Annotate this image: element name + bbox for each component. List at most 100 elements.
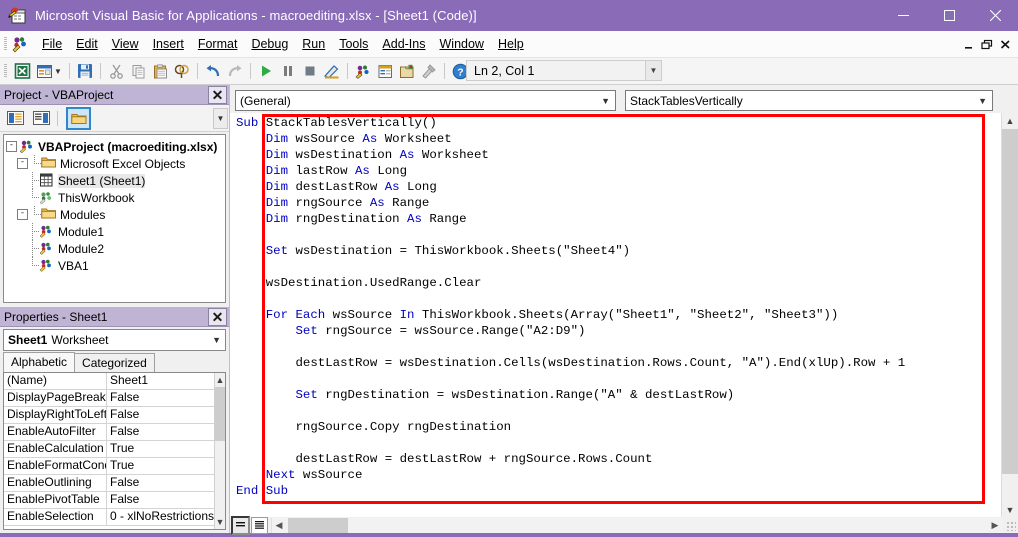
- properties-object-select[interactable]: Sheet1 Worksheet ▼: [3, 329, 226, 351]
- code-line[interactable]: End Sub: [236, 483, 1000, 499]
- property-value[interactable]: True: [107, 441, 214, 457]
- properties-grid[interactable]: (Name) Sheet1 DisplayPageBreaks False Di…: [3, 372, 226, 530]
- code-line[interactable]: [236, 339, 1000, 355]
- project-toolbar-overflow-icon[interactable]: ▼: [213, 108, 228, 129]
- code-line[interactable]: Dim rngDestination As Range: [236, 211, 1000, 227]
- procedure-dropdown[interactable]: StackTablesVertically ▼: [625, 90, 993, 111]
- mdi-restore-button[interactable]: [978, 35, 996, 53]
- scroll-left-icon[interactable]: ◀: [272, 518, 286, 533]
- property-value[interactable]: 0 - xlNoRestrictions: [107, 509, 214, 525]
- property-row[interactable]: DisplayPageBreaks False: [4, 390, 215, 407]
- property-value[interactable]: False: [107, 407, 214, 423]
- save-icon[interactable]: [74, 61, 96, 81]
- code-line[interactable]: [236, 291, 1000, 307]
- undo-icon[interactable]: [202, 61, 224, 81]
- code-line[interactable]: Set rngSource = wsSource.Range("A2:D9"): [236, 323, 1000, 339]
- property-value[interactable]: False: [107, 390, 214, 406]
- code-line[interactable]: destLastRow = wsDestination.Cells(wsDest…: [236, 355, 1000, 371]
- code-scroll-thumb[interactable]: [1002, 129, 1018, 474]
- code-hscroll-thumb[interactable]: [288, 517, 348, 533]
- menu-grip[interactable]: [4, 37, 7, 51]
- scroll-up-icon[interactable]: ▲: [215, 373, 225, 387]
- code-line[interactable]: Set wsDestination = ThisWorkbook.Sheets(…: [236, 243, 1000, 259]
- tree-item-excel-objects[interactable]: - Microsoft Excel Objects: [6, 155, 225, 172]
- insert-userform-icon[interactable]: [33, 61, 55, 81]
- run-icon[interactable]: [255, 61, 277, 81]
- paste-icon[interactable]: [149, 61, 171, 81]
- property-row[interactable]: DisplayRightToLeft False: [4, 407, 215, 424]
- tree-item-vbaproject[interactable]: - VBAProject (macroediting.xlsx): [6, 138, 225, 155]
- code-line[interactable]: Dim wsDestination As Worksheet: [236, 147, 1000, 163]
- tree-item-vba1[interactable]: VBA1: [6, 257, 225, 274]
- menu-file[interactable]: File: [35, 34, 69, 54]
- property-value[interactable]: Sheet1: [107, 373, 214, 389]
- maximize-button[interactable]: [926, 0, 972, 31]
- menu-addins[interactable]: Add-Ins: [375, 34, 432, 54]
- tree-item-sheet1[interactable]: Sheet1 (Sheet1): [6, 172, 225, 189]
- reset-icon[interactable]: [299, 61, 321, 81]
- code-line[interactable]: wsDestination.UsedRange.Clear: [236, 275, 1000, 291]
- view-excel-icon[interactable]: [11, 61, 33, 81]
- toolbox-icon[interactable]: [418, 61, 440, 81]
- status-spinner-icon[interactable]: ▼: [645, 61, 661, 80]
- tab-categorized[interactable]: Categorized: [74, 353, 155, 372]
- expander-icon[interactable]: -: [17, 158, 28, 169]
- code-line[interactable]: destLastRow = destLastRow + rngSource.Ro…: [236, 451, 1000, 467]
- cut-icon[interactable]: [105, 61, 127, 81]
- code-line[interactable]: [236, 403, 1000, 419]
- redo-icon[interactable]: [224, 61, 246, 81]
- menu-tools[interactable]: Tools: [332, 34, 375, 54]
- menu-format[interactable]: Format: [191, 34, 245, 54]
- close-button[interactable]: [972, 0, 1018, 31]
- tab-alphabetic[interactable]: Alphabetic: [3, 352, 76, 372]
- scroll-down-icon[interactable]: ▼: [1002, 502, 1018, 518]
- properties-scrollbar[interactable]: ▲ ▼: [214, 373, 225, 529]
- code-line[interactable]: [236, 371, 1000, 387]
- code-horizontal-scrollbar[interactable]: ◀ ▶: [271, 517, 1018, 533]
- design-mode-icon[interactable]: [321, 61, 343, 81]
- copy-icon[interactable]: [127, 61, 149, 81]
- menu-insert[interactable]: Insert: [146, 34, 191, 54]
- property-value[interactable]: False: [107, 492, 214, 508]
- code-text[interactable]: Sub StackTablesVertically() Dim wsSource…: [236, 115, 1000, 515]
- tree-item-module2[interactable]: Module2: [6, 240, 225, 257]
- property-row[interactable]: EnablePivotTable False: [4, 492, 215, 509]
- code-line[interactable]: Sub StackTablesVertically(): [236, 115, 1000, 131]
- procedure-view-button[interactable]: [231, 515, 250, 535]
- tree-item-thisworkbook[interactable]: ThisWorkbook: [6, 189, 225, 206]
- object-browser-icon[interactable]: [396, 61, 418, 81]
- object-dropdown[interactable]: (General) ▼: [235, 90, 616, 111]
- scroll-up-icon[interactable]: ▲: [1002, 113, 1018, 129]
- view-object-button[interactable]: [31, 109, 52, 128]
- property-row[interactable]: EnableCalculation True: [4, 441, 215, 458]
- property-value[interactable]: False: [107, 424, 214, 440]
- menu-help[interactable]: Help: [491, 34, 531, 54]
- project-panel-close-icon[interactable]: ✕: [208, 86, 227, 104]
- code-line[interactable]: Next wsSource: [236, 467, 1000, 483]
- minimize-button[interactable]: [880, 0, 926, 31]
- code-editor-area[interactable]: Sub StackTablesVertically() Dim wsSource…: [230, 113, 1018, 535]
- find-icon[interactable]: [171, 61, 193, 81]
- property-value[interactable]: False: [107, 475, 214, 491]
- code-line[interactable]: Dim rngSource As Range: [236, 195, 1000, 211]
- menu-run[interactable]: Run: [295, 34, 332, 54]
- code-line[interactable]: rngSource.Copy rngDestination: [236, 419, 1000, 435]
- code-vertical-scrollbar[interactable]: ▲ ▼: [1001, 113, 1018, 518]
- property-row[interactable]: EnableOutlining False: [4, 475, 215, 492]
- scroll-right-icon[interactable]: ▶: [988, 518, 1002, 533]
- scroll-down-icon[interactable]: ▼: [215, 515, 225, 529]
- toggle-folders-button[interactable]: [66, 106, 91, 130]
- property-value[interactable]: True: [107, 458, 214, 474]
- chevron-down-icon[interactable]: ▼: [978, 96, 987, 106]
- tree-item-modules[interactable]: - Modules: [6, 206, 225, 223]
- property-row[interactable]: EnableAutoFilter False: [4, 424, 215, 441]
- properties-panel-close-icon[interactable]: ✕: [208, 308, 227, 326]
- code-line[interactable]: [236, 227, 1000, 243]
- break-icon[interactable]: [277, 61, 299, 81]
- properties-scroll-thumb[interactable]: [215, 387, 225, 441]
- properties-window-icon[interactable]: [374, 61, 396, 81]
- menu-view[interactable]: View: [105, 34, 146, 54]
- code-line[interactable]: Set rngDestination = wsDestination.Range…: [236, 387, 1000, 403]
- menu-debug[interactable]: Debug: [244, 34, 295, 54]
- property-row[interactable]: (Name) Sheet1: [4, 373, 215, 390]
